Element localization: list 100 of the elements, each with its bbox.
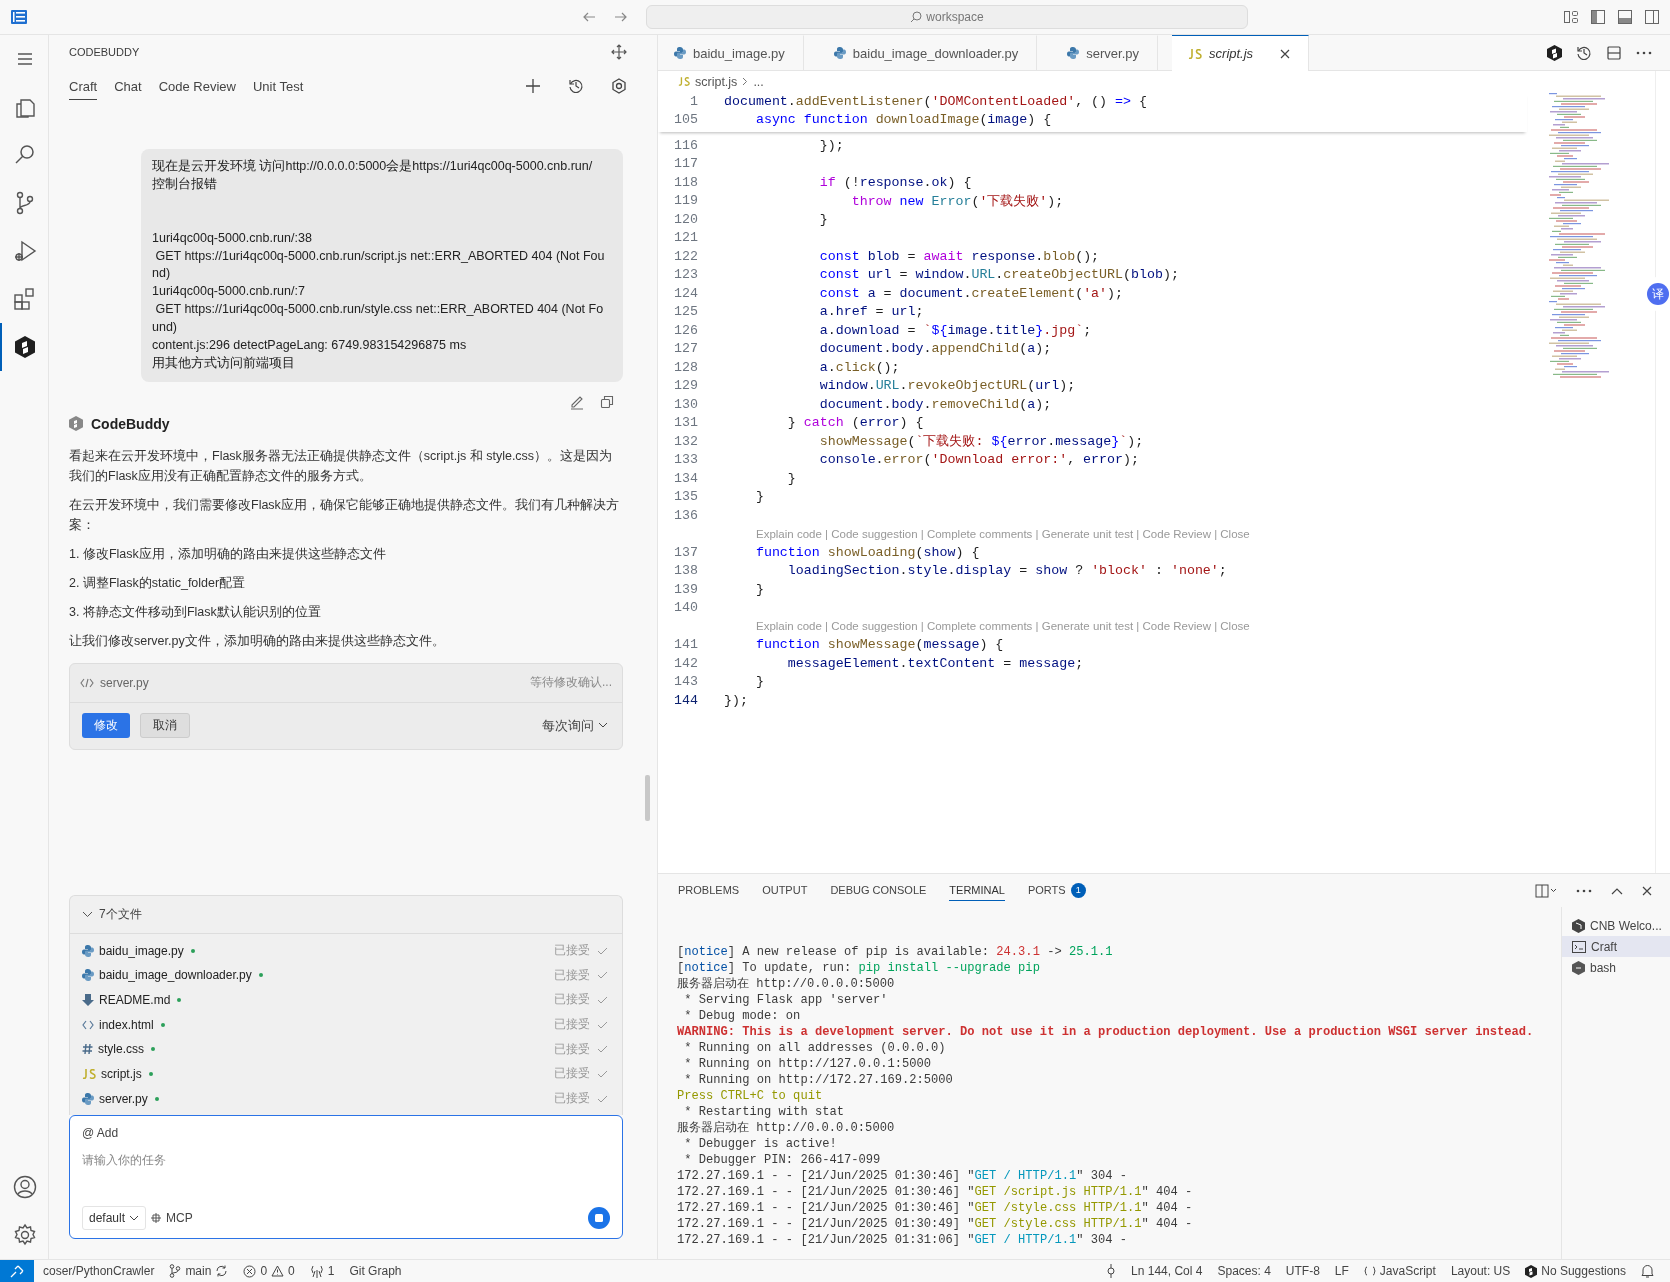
codebuddy-icon[interactable] — [1547, 44, 1562, 61]
editor-tab[interactable]: baidu_image.py — [658, 35, 804, 70]
problems-item[interactable]: 0 0 — [243, 1264, 295, 1278]
status-item[interactable]: LF — [1334, 1264, 1349, 1278]
panel-tab[interactable]: DEBUG CONSOLE — [830, 880, 927, 901]
history-icon[interactable] — [1576, 44, 1592, 61]
panel-tab[interactable]: OUTPUT — [762, 880, 808, 901]
editor-tab[interactable]: baidu_image_downloader.py — [817, 35, 1038, 70]
chat-tab[interactable]: Craft — [69, 72, 98, 100]
ports-item[interactable]: 1 — [309, 1264, 335, 1278]
hexagon-logo-icon — [1572, 960, 1585, 975]
line-number: 133 — [673, 452, 698, 468]
search-field[interactable]: workspace — [646, 5, 1248, 29]
terminal-line: 172.27.169.1 - - [21/Jun/2025 01:31:06] "GET / HTTP/1.1" 304 - — [677, 1232, 1128, 1248]
files-summary-toggle[interactable]: 7个文件 — [70, 896, 622, 935]
status-item[interactable]: No Suggestions — [1525, 1264, 1626, 1278]
branch-item[interactable]: main — [169, 1264, 229, 1278]
model-dropdown[interactable]: default — [82, 1206, 147, 1230]
status-item[interactable]: Spaces: 4 — [1217, 1264, 1271, 1278]
python-file-icon — [82, 1092, 94, 1105]
python-file-icon — [82, 969, 94, 982]
back-arrow-icon[interactable] — [582, 10, 596, 24]
scrollbar-thumb[interactable] — [645, 775, 650, 821]
breadcrumb-item[interactable]: ... — [753, 74, 764, 89]
code-line: if (!response.ok) { — [818, 174, 972, 190]
terminal-list-item[interactable]: bash — [1562, 957, 1670, 978]
file-name[interactable]: baidu_image.py — [99, 943, 184, 958]
line-number: 124 — [673, 285, 698, 301]
forward-arrow-icon[interactable] — [614, 10, 628, 24]
breadcrumb-item[interactable]: script.js — [695, 74, 738, 89]
message-line: 用其他方式访问前端项目 — [152, 354, 296, 372]
copy-icon[interactable] — [599, 393, 615, 410]
file-name[interactable]: server.py — [99, 1091, 148, 1106]
status-item[interactable]: UTF-8 — [1285, 1264, 1320, 1278]
panel-toggle-icon[interactable] — [1617, 9, 1633, 25]
hexagon-logo-icon — [1572, 918, 1585, 933]
layout-icon[interactable] — [11, 10, 27, 24]
maximize-panel-icon[interactable] — [1611, 886, 1623, 895]
hash-icon — [82, 1043, 93, 1056]
message-line: content.js:296 detectPageLang: 6749.983154296875 ms — [152, 337, 468, 355]
git-graph-item[interactable]: Git Graph — [349, 1264, 402, 1278]
commit-icon[interactable] — [1106, 1264, 1117, 1278]
notification-bell-icon[interactable] — [1641, 1264, 1654, 1278]
file-name[interactable]: style.css — [98, 1042, 144, 1057]
terminal-list-item[interactable]: CNB Welco... — [1562, 915, 1670, 936]
check-icon — [597, 971, 608, 980]
editor-tab[interactable]: script.js — [1172, 35, 1310, 71]
line-number: 131 — [673, 415, 698, 431]
file-name[interactable]: README.md — [99, 992, 171, 1007]
close-icon[interactable] — [1642, 885, 1652, 896]
remote-button[interactable] — [0, 1260, 34, 1282]
python-file-icon — [1067, 47, 1080, 59]
repository-item[interactable]: coser/PythonCrawler — [43, 1264, 155, 1278]
accepted-status: 已接受 — [554, 942, 590, 960]
more-icon[interactable] — [1576, 888, 1592, 893]
file-name[interactable]: index.html — [99, 1017, 154, 1032]
terminal-list-item[interactable]: Craft — [1562, 936, 1670, 957]
line-number: 125 — [673, 304, 698, 320]
editor-tab[interactable]: server.py — [1051, 35, 1159, 70]
terminal-line: Press CTRL+C to quit — [677, 1088, 824, 1104]
add-context-link[interactable]: @ Add — [82, 1126, 119, 1140]
chat-tab[interactable]: Unit Test — [252, 72, 304, 100]
status-item[interactable]: JavaScript — [1363, 1264, 1436, 1278]
status-item[interactable]: Layout: US — [1450, 1264, 1511, 1278]
panel-tab[interactable]: TERMINAL — [949, 880, 1005, 901]
mcp-button[interactable]: MCP — [166, 1211, 193, 1225]
split-terminal-icon[interactable] — [1535, 883, 1557, 898]
split-editor-icon[interactable] — [1606, 44, 1622, 61]
sync-icon[interactable] — [215, 1265, 229, 1277]
panel-tab[interactable]: PORTS 1 — [1027, 878, 1086, 903]
check-icon — [597, 995, 608, 1004]
history-icon[interactable] — [568, 78, 584, 94]
braces-icon — [1363, 1266, 1376, 1276]
line-number: 118 — [673, 174, 698, 190]
customize-layout-icon[interactable] — [1563, 9, 1579, 25]
secondary-sidebar-icon[interactable] — [1644, 9, 1660, 25]
line-number: 116 — [673, 137, 698, 153]
line-number: 128 — [673, 359, 698, 375]
move-icon[interactable] — [611, 44, 627, 60]
chat-tab[interactable]: Code Review — [158, 72, 236, 100]
more-icon[interactable] — [1636, 50, 1652, 55]
chat-tab[interactable]: Chat — [114, 72, 142, 100]
file-name[interactable]: script.js — [101, 1066, 142, 1081]
assistant-paragraph: 让我们修改server.py文件，添加明确的路由来提供这些静态文件。 — [69, 632, 446, 650]
file-name[interactable]: baidu_image_downloader.py — [99, 968, 252, 983]
input-placeholder: 请输入你的任务 — [82, 1152, 166, 1169]
code-line: const url = window.URL.createObjectURL(blob); — [818, 267, 1179, 283]
status-item[interactable]: Ln 144, Col 4 — [1131, 1264, 1203, 1278]
stop-icon[interactable] — [588, 1207, 610, 1229]
sidebar-toggle-icon[interactable] — [1590, 9, 1606, 25]
message-line: 现在是云开发环境 访问http://0.0.0.0:5000会是https://1uri4qc00q-5000.cnb.run/ — [152, 158, 594, 175]
cancel-button[interactable]: 取消 — [140, 713, 190, 739]
apply-button[interactable]: 修改 — [82, 713, 130, 739]
message-line: 1uri4qc00q-5000.cnb.run/:7 — [152, 283, 306, 301]
accepted-status: 已接受 — [554, 966, 590, 984]
close-icon[interactable] — [1280, 48, 1291, 59]
panel-tab[interactable]: PROBLEMS — [678, 880, 740, 901]
settings-icon[interactable] — [611, 78, 627, 94]
approval-mode-dropdown[interactable]: 每次询问 — [542, 716, 608, 735]
new-chat-icon[interactable] — [525, 78, 541, 94]
